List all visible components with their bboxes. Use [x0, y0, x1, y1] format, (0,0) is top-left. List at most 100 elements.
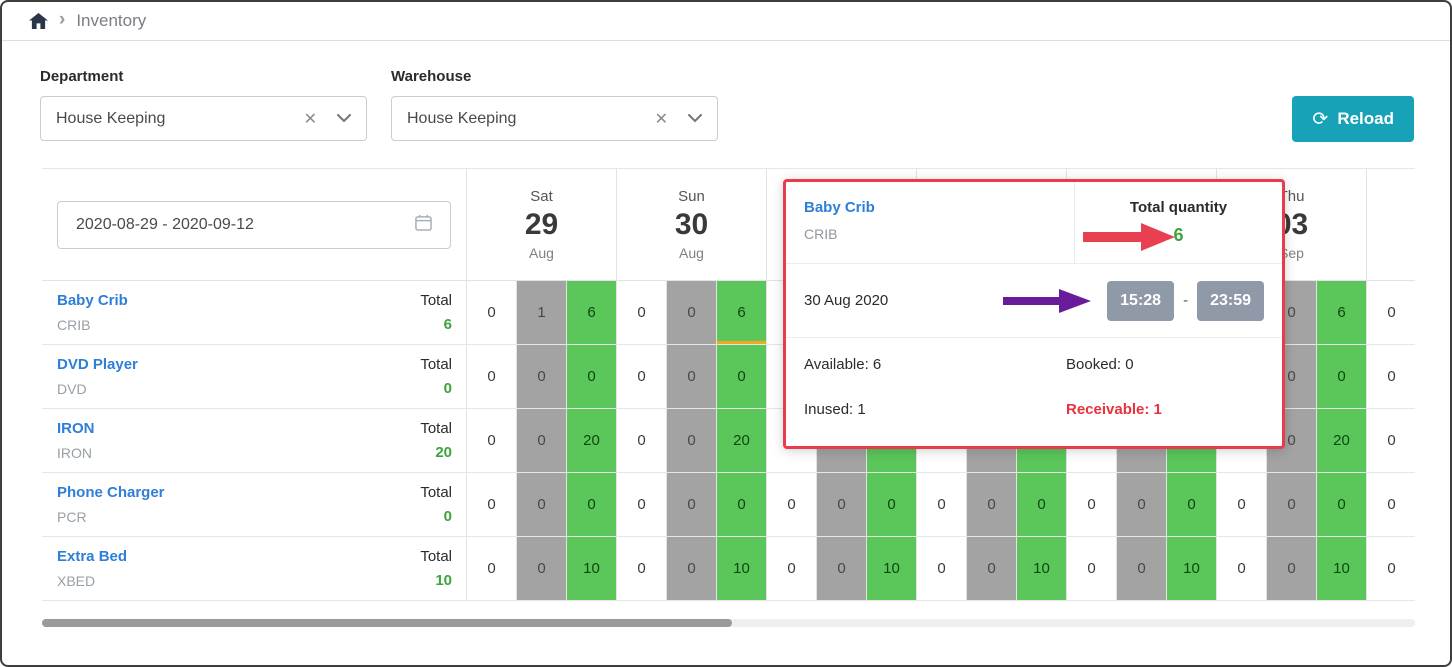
- inventory-cell[interactable]: 0: [817, 537, 867, 600]
- popup-item-name-link[interactable]: Baby Crib: [804, 199, 875, 216]
- inventory-cell[interactable]: 0: [517, 409, 567, 472]
- inventory-cell[interactable]: 10: [867, 537, 917, 600]
- date-range-input[interactable]: 2020-08-29 - 2020-09-12: [57, 201, 451, 249]
- item-name-link[interactable]: IRON: [57, 420, 95, 437]
- inventory-cell[interactable]: 0: [667, 537, 717, 600]
- inventory-cell[interactable]: 0: [917, 473, 967, 536]
- inventory-cell[interactable]: 0: [1217, 473, 1267, 536]
- inventory-cell[interactable]: 0: [1267, 537, 1317, 600]
- breadcrumb-separator-icon: ›: [59, 10, 65, 29]
- inventory-cell[interactable]: 0: [517, 345, 567, 408]
- inventory-cell[interactable]: 0: [717, 345, 767, 408]
- popup-stats: Available: 6 Booked: 0 Inused: 1 Receiva…: [786, 338, 1282, 418]
- chevron-down-icon[interactable]: [337, 114, 351, 123]
- inventory-cell[interactable]: 0: [767, 473, 817, 536]
- inventory-cell[interactable]: 0: [667, 281, 717, 344]
- inventory-cell[interactable]: 0: [1117, 537, 1167, 600]
- inventory-cell[interactable]: 0: [967, 473, 1017, 536]
- breadcrumb-current: Inventory: [76, 11, 146, 31]
- item-cell: Baby CribCRIBTotal6: [42, 281, 467, 344]
- inventory-cell[interactable]: 0: [1367, 409, 1415, 472]
- inventory-cell[interactable]: 0: [1367, 537, 1415, 600]
- inventory-cell[interactable]: 0: [617, 473, 667, 536]
- item-name-link[interactable]: Baby Crib: [57, 292, 128, 309]
- inventory-cell[interactable]: 0: [817, 473, 867, 536]
- department-select[interactable]: House Keeping ✕: [40, 96, 367, 141]
- inventory-cell[interactable]: 20: [567, 409, 617, 472]
- horizontal-scrollbar[interactable]: [42, 619, 1415, 627]
- stat-available: Available: 6: [804, 356, 1066, 373]
- inventory-cell[interactable]: 10: [1167, 537, 1217, 600]
- inventory-cell[interactable]: 0: [917, 537, 967, 600]
- inventory-cell[interactable]: 0: [567, 473, 617, 536]
- inventory-cell[interactable]: 0: [467, 537, 517, 600]
- inventory-cell[interactable]: 10: [1017, 537, 1067, 600]
- warehouse-select[interactable]: House Keeping ✕: [391, 96, 718, 141]
- inventory-cell[interactable]: 6: [717, 281, 767, 344]
- inventory-cell[interactable]: 0: [617, 537, 667, 600]
- time-to-badge[interactable]: 23:59: [1197, 281, 1264, 321]
- inventory-cell[interactable]: 0: [967, 537, 1017, 600]
- inventory-cell[interactable]: 0: [667, 409, 717, 472]
- filters-bar: Department House Keeping ✕ Warehouse Hou…: [2, 41, 1450, 142]
- inventory-cell[interactable]: 10: [1317, 537, 1367, 600]
- reload-button[interactable]: ⟳ Reload: [1292, 96, 1414, 142]
- inventory-table: 2020-08-29 - 2020-09-12 Sat29AugSun30Aug…: [42, 168, 1415, 601]
- inventory-cell[interactable]: 0: [617, 409, 667, 472]
- day-cell-group: 0020: [617, 409, 767, 472]
- item-name-link[interactable]: DVD Player: [57, 356, 138, 373]
- inventory-cell[interactable]: 0: [1367, 473, 1415, 536]
- item-name-link[interactable]: Phone Charger: [57, 484, 165, 501]
- chevron-down-icon[interactable]: [688, 114, 702, 123]
- inventory-cell[interactable]: 20: [1317, 409, 1367, 472]
- inventory-cell[interactable]: 10: [567, 537, 617, 600]
- inventory-cell[interactable]: 20: [717, 409, 767, 472]
- inventory-cell[interactable]: 0: [617, 281, 667, 344]
- inventory-cell[interactable]: 0: [567, 345, 617, 408]
- item-code: XBED: [57, 573, 127, 589]
- inventory-cell[interactable]: 0: [1367, 345, 1415, 408]
- inventory-cell[interactable]: 0: [467, 473, 517, 536]
- scrollbar-thumb[interactable]: [42, 619, 732, 627]
- inventory-cell[interactable]: 0: [1017, 473, 1067, 536]
- inventory-cell[interactable]: 0: [467, 345, 517, 408]
- inventory-cell[interactable]: 1: [517, 281, 567, 344]
- popup-item-code: CRIB: [804, 226, 1056, 242]
- inventory-cell[interactable]: 0: [717, 473, 767, 536]
- item-code: DVD: [57, 381, 138, 397]
- inventory-cell[interactable]: 0: [667, 345, 717, 408]
- inventory-cell[interactable]: 0: [467, 409, 517, 472]
- time-from-badge[interactable]: 15:28: [1107, 281, 1174, 321]
- inventory-cell[interactable]: 6: [567, 281, 617, 344]
- item-total-label: Total: [420, 356, 452, 373]
- warehouse-filter: Warehouse House Keeping ✕: [391, 68, 718, 141]
- inventory-cell[interactable]: 0: [867, 473, 917, 536]
- inventory-cell[interactable]: 0: [767, 537, 817, 600]
- inventory-cell[interactable]: 10: [717, 537, 767, 600]
- inventory-cell[interactable]: 0: [617, 345, 667, 408]
- inventory-cell[interactable]: 0: [1267, 473, 1317, 536]
- day-cell-group: 000: [1217, 473, 1367, 536]
- item-total-value: 0: [420, 508, 452, 525]
- inventory-cell[interactable]: 0: [1117, 473, 1167, 536]
- calendar-icon: [415, 214, 432, 236]
- inventory-cell[interactable]: 0: [1367, 281, 1415, 344]
- inventory-cell[interactable]: 0: [1167, 473, 1217, 536]
- inventory-cell[interactable]: 6: [1317, 281, 1367, 344]
- inventory-cell[interactable]: 0: [667, 473, 717, 536]
- day-cell-group: 000: [467, 345, 617, 408]
- home-icon[interactable]: [29, 13, 48, 30]
- item-total-label: Total: [420, 548, 452, 565]
- clear-icon[interactable]: ✕: [304, 109, 317, 129]
- warehouse-label: Warehouse: [391, 68, 718, 86]
- inventory-cell[interactable]: 0: [517, 473, 567, 536]
- inventory-cell[interactable]: 0: [1067, 537, 1117, 600]
- inventory-cell[interactable]: 0: [1317, 345, 1367, 408]
- inventory-cell[interactable]: 0: [467, 281, 517, 344]
- inventory-cell[interactable]: 0: [517, 537, 567, 600]
- clear-icon[interactable]: ✕: [655, 109, 668, 129]
- item-name-link[interactable]: Extra Bed: [57, 548, 127, 565]
- inventory-cell[interactable]: 0: [1217, 537, 1267, 600]
- inventory-cell[interactable]: 0: [1067, 473, 1117, 536]
- inventory-cell[interactable]: 0: [1317, 473, 1367, 536]
